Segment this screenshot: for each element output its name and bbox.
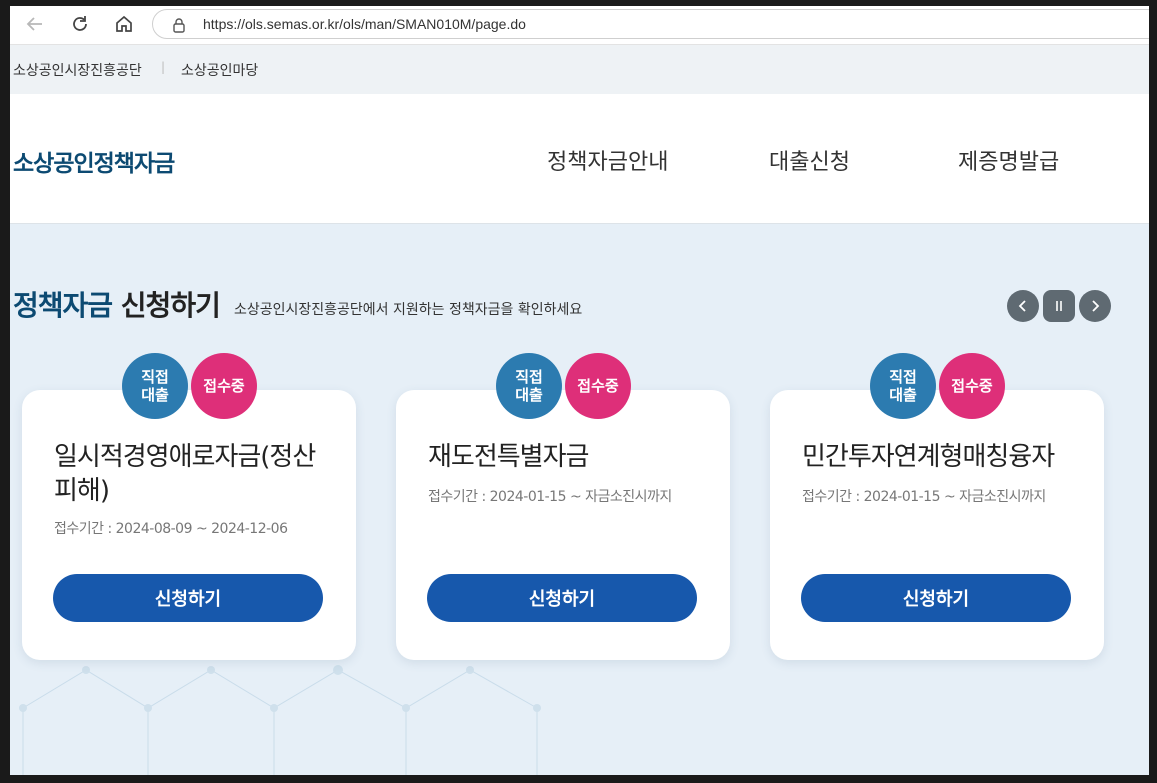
fund-card: 직접 대출 접수중 일시적경영애로자금(정산피해) 접수기간 : 2024-08… <box>22 353 356 660</box>
pause-icon[interactable] <box>1043 290 1075 322</box>
badge-status: 접수중 <box>565 353 631 419</box>
util-link-semas[interactable]: 소상공인시장진흥공단 <box>13 60 142 80</box>
lock-icon <box>173 18 185 33</box>
prev-icon[interactable] <box>1007 290 1039 322</box>
section-title-highlight: 정책자금 <box>13 289 113 322</box>
address-bar[interactable]: https://ols.semas.or.kr/ols/man/SMAN010M… <box>152 9 1149 39</box>
site-logo[interactable]: 소상공인정책자금 <box>13 144 175 178</box>
site-header: 소상공인정책자금 정책자금안내 대출신청 제증명발급 <box>10 94 1149 224</box>
card-title: 재도전특별자금 <box>428 442 589 472</box>
apply-button[interactable]: 신청하기 <box>801 574 1071 622</box>
section-title: 정책자금 신청하기 <box>13 284 221 324</box>
url-text: https://ols.semas.or.kr/ols/man/SMAN010M… <box>203 16 526 32</box>
badge-status: 접수중 <box>939 353 1005 419</box>
apply-button[interactable]: 신청하기 <box>427 574 697 622</box>
card-title: 민간투자연계형매칭융자 <box>802 442 1055 472</box>
next-icon[interactable] <box>1079 290 1111 322</box>
main-content: 정책자금 신청하기 소상공인시장진흥공단에서 지원하는 정책자금을 확인하세요 … <box>10 224 1149 775</box>
browser-toolbar: https://ols.semas.or.kr/ols/man/SMAN010M… <box>10 6 1149 45</box>
network-decoration <box>19 665 541 775</box>
card-title: 일시적경영애로자금(정산피해) <box>54 442 316 506</box>
badge-direct-loan: 직접 대출 <box>870 353 936 419</box>
card-period: 접수기간 : 2024-01-15 ~ 자금소진시까지 <box>428 489 672 505</box>
utility-bar: 소상공인시장진흥공단 | 소상공인마당 <box>10 45 1149 94</box>
badge-direct-loan: 직접 대출 <box>496 353 562 419</box>
apply-button[interactable]: 신청하기 <box>53 574 323 622</box>
fund-card: 직접 대출 접수중 민간투자연계형매칭융자 접수기간 : 2024-01-15 … <box>770 353 1104 660</box>
fund-card: 직접 대출 접수중 재도전특별자금 접수기간 : 2024-01-15 ~ 자금… <box>396 353 730 660</box>
gnb-item-certificate[interactable]: 제증명발급 <box>958 144 1059 176</box>
badge-status: 접수중 <box>191 353 257 419</box>
gnb-item-policy-guide[interactable]: 정책자금안내 <box>547 144 668 176</box>
card-period: 접수기간 : 2024-08-09 ~ 2024-12-06 <box>54 521 288 537</box>
section-subtitle: 소상공인시장진흥공단에서 지원하는 정책자금을 확인하세요 <box>234 302 583 318</box>
util-separator: | <box>161 60 166 74</box>
card-period: 접수기간 : 2024-01-15 ~ 자금소진시까지 <box>802 489 1046 505</box>
gnb-item-loan-apply[interactable]: 대출신청 <box>769 144 850 176</box>
badge-direct-loan: 직접 대출 <box>122 353 188 419</box>
home-icon[interactable] <box>109 11 139 37</box>
section-title-rest: 신청하기 <box>120 289 221 322</box>
util-link-madang[interactable]: 소상공인마당 <box>181 60 258 80</box>
reload-icon[interactable] <box>65 11 95 37</box>
back-arrow-icon[interactable] <box>20 11 50 37</box>
browser-window: https://ols.semas.or.kr/ols/man/SMAN010M… <box>10 6 1149 775</box>
